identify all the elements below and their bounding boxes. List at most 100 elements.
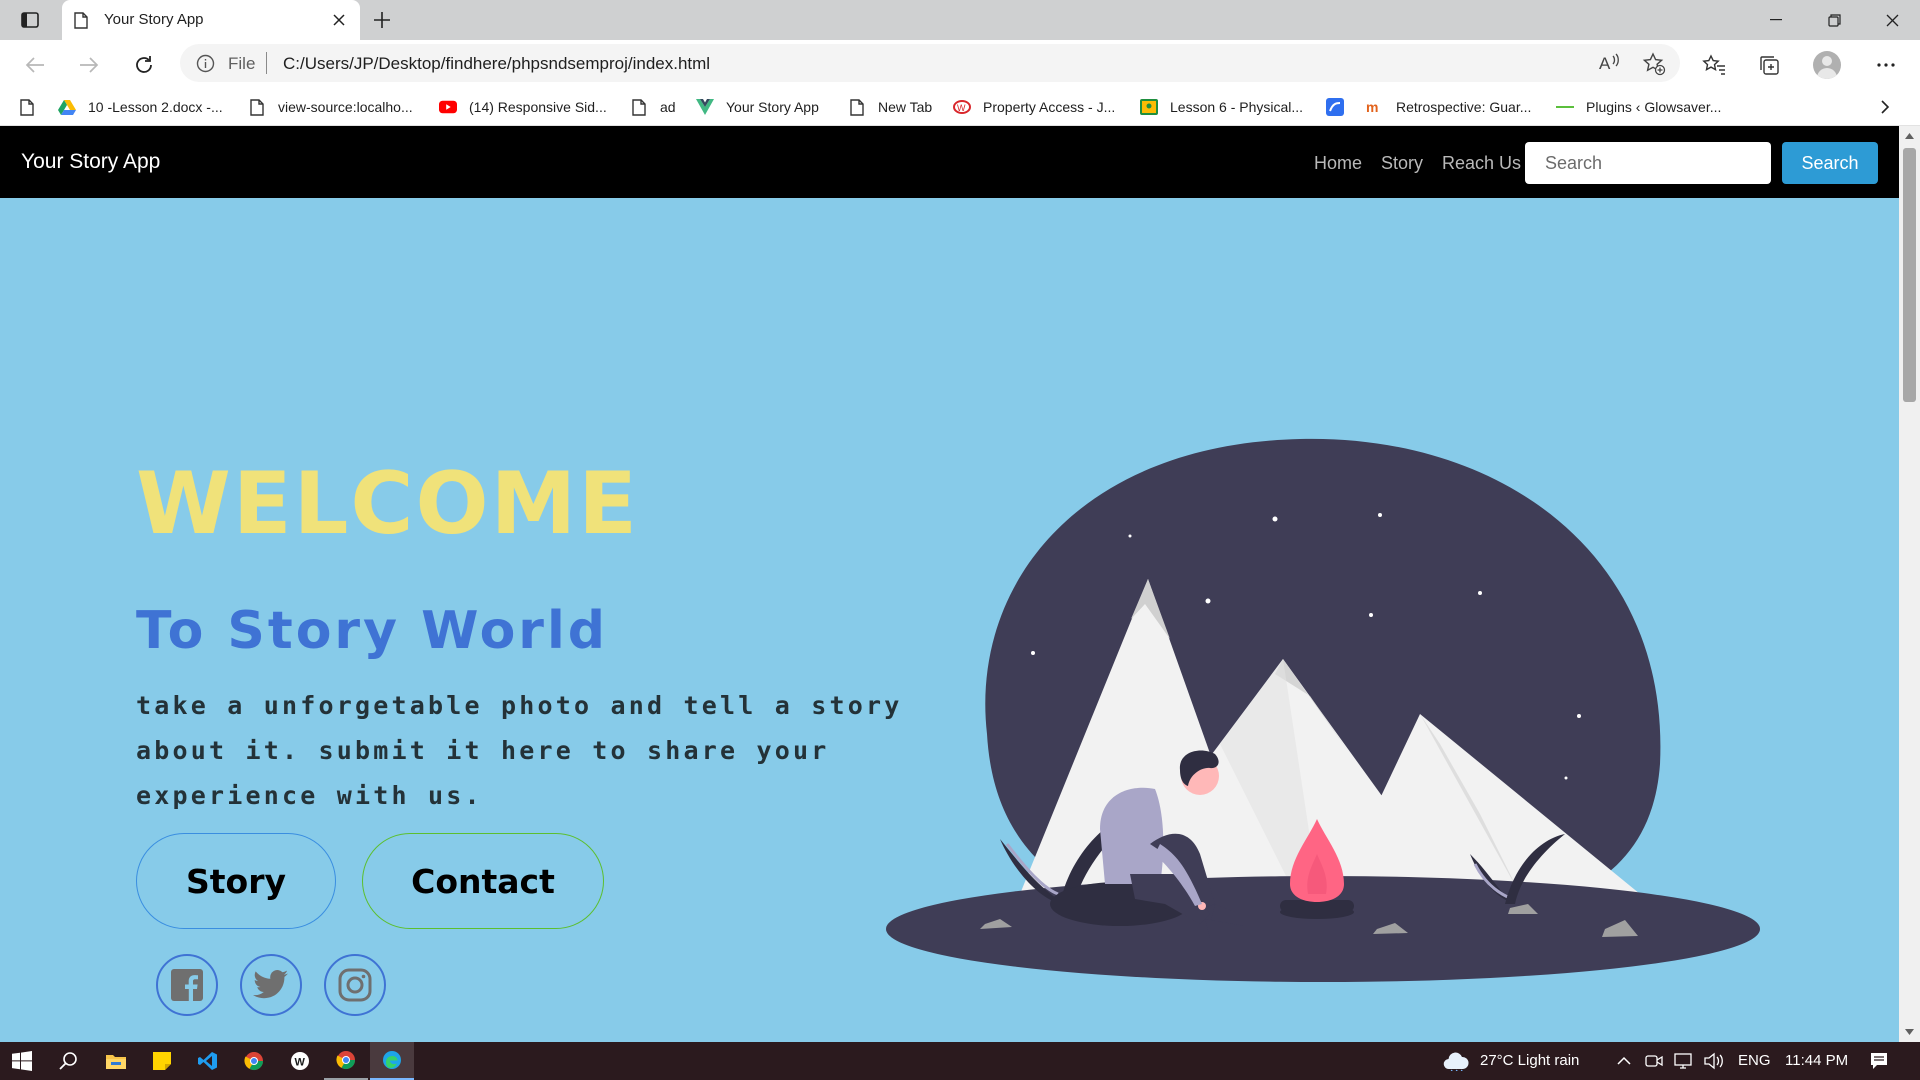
scroll-up-icon[interactable] bbox=[1904, 132, 1915, 140]
add-favorite-icon[interactable] bbox=[1642, 52, 1666, 76]
bookmarks-bar: 10 -Lesson 2.docx -... view-source:local… bbox=[0, 88, 1920, 126]
address-divider bbox=[266, 52, 267, 74]
word-app[interactable]: W bbox=[278, 1042, 322, 1080]
minimize-button[interactable] bbox=[1748, 0, 1804, 40]
arrow-left-icon bbox=[25, 57, 44, 73]
page-icon bbox=[848, 98, 866, 116]
forward-button[interactable] bbox=[74, 50, 104, 80]
close-window-button[interactable] bbox=[1864, 0, 1920, 40]
address-url[interactable]: C:/Users/JP/Desktop/findhere/phpsndsempr… bbox=[283, 54, 710, 74]
nav-link-home[interactable]: Home bbox=[1314, 153, 1362, 174]
back-button[interactable] bbox=[20, 50, 50, 80]
bookmark-label: 10 -Lesson 2.docx -... bbox=[88, 99, 223, 115]
new-tab-button[interactable] bbox=[368, 6, 396, 34]
story-button[interactable]: Story bbox=[136, 833, 336, 929]
search-icon bbox=[59, 1052, 77, 1070]
chrome-profile-app[interactable] bbox=[324, 1042, 368, 1080]
bookmark-item[interactable]: 10 -Lesson 2.docx -... bbox=[58, 95, 223, 119]
svg-text:A: A bbox=[1599, 54, 1611, 73]
facebook-link[interactable] bbox=[156, 954, 218, 1016]
scroll-thumb[interactable] bbox=[1903, 148, 1916, 402]
bookmark-item[interactable]: m Retrospective: Guar... bbox=[1366, 95, 1531, 119]
close-icon bbox=[333, 14, 345, 26]
tab-actions-button[interactable] bbox=[12, 8, 48, 32]
notifications-icon[interactable] bbox=[1870, 1052, 1888, 1070]
sticky-notes-app[interactable] bbox=[140, 1042, 184, 1080]
tab-active[interactable]: Your Story App bbox=[62, 0, 360, 40]
favorites-button[interactable] bbox=[1698, 49, 1730, 81]
search-taskbar-button[interactable] bbox=[46, 1042, 90, 1080]
bookmark-item[interactable]: W Property Access - J... bbox=[953, 95, 1115, 119]
bookmark-page[interactable] bbox=[20, 95, 34, 119]
contact-button[interactable]: Contact bbox=[362, 833, 604, 929]
vscode-icon bbox=[198, 1052, 217, 1070]
chevron-up-icon[interactable] bbox=[1617, 1056, 1631, 1065]
folder-icon bbox=[106, 1055, 126, 1069]
windows-taskbar: W 27°C Light rain ENG 11:44 PM bbox=[0, 1042, 1920, 1080]
start-button[interactable] bbox=[0, 1042, 44, 1080]
bookmark-item[interactable] bbox=[1326, 95, 1356, 119]
bookmark-label: Property Access - J... bbox=[983, 99, 1116, 115]
vue-icon bbox=[696, 98, 714, 116]
network-icon[interactable] bbox=[1674, 1052, 1692, 1070]
windows-icon bbox=[12, 1051, 32, 1071]
welcome-heading: WELCOME bbox=[136, 454, 639, 554]
search-input[interactable] bbox=[1525, 142, 1771, 184]
bookmark-item[interactable]: New Tab bbox=[848, 95, 932, 119]
bookmark-item[interactable]: (14) Responsive Sid... bbox=[439, 95, 607, 119]
facebook-icon bbox=[171, 969, 203, 1001]
svg-text:W: W bbox=[295, 1057, 306, 1069]
chrome-icon bbox=[336, 1051, 355, 1070]
bookmark-item[interactable]: Lesson 6 - Physical... bbox=[1140, 95, 1303, 119]
google-drive-icon bbox=[58, 98, 76, 116]
language-indicator[interactable]: ENG bbox=[1738, 1052, 1771, 1069]
hero-section: WELCOME To Story World take a unforgetab… bbox=[0, 198, 1899, 1042]
svg-text:m: m bbox=[1366, 100, 1378, 114]
bookmarks-overflow-button[interactable] bbox=[1880, 95, 1890, 119]
volume-icon[interactable] bbox=[1704, 1052, 1724, 1070]
instagram-link[interactable] bbox=[324, 954, 386, 1016]
read-aloud-icon[interactable]: A bbox=[1598, 52, 1622, 74]
close-icon bbox=[1886, 14, 1898, 26]
more-icon bbox=[1877, 63, 1895, 67]
site-brand[interactable]: Your Story App bbox=[21, 150, 160, 174]
file-explorer-app[interactable] bbox=[94, 1042, 138, 1080]
nav-link-story[interactable]: Story bbox=[1381, 153, 1423, 174]
tab-close-button[interactable] bbox=[327, 8, 351, 32]
edge-app[interactable] bbox=[370, 1042, 414, 1080]
refresh-button[interactable] bbox=[129, 50, 159, 80]
bookmark-label: Lesson 6 - Physical... bbox=[1170, 99, 1304, 115]
nav-link-reach-us[interactable]: Reach Us bbox=[1442, 153, 1521, 174]
page-scrollbar[interactable] bbox=[1899, 126, 1920, 1042]
browser-tab-strip: Your Story App bbox=[0, 0, 1920, 40]
settings-menu-button[interactable] bbox=[1870, 49, 1902, 81]
edge-icon bbox=[383, 1051, 401, 1069]
clock[interactable]: 11:44 PM bbox=[1785, 1052, 1848, 1069]
tab-actions-icon bbox=[21, 12, 39, 28]
svg-text:W: W bbox=[957, 103, 966, 113]
twitter-link[interactable] bbox=[240, 954, 302, 1016]
bookmark-label: Plugins ‹ Glowsaver... bbox=[1586, 99, 1722, 115]
bookmark-item[interactable]: ad bbox=[630, 95, 676, 119]
profile-avatar[interactable] bbox=[1813, 51, 1841, 79]
collections-icon bbox=[1760, 56, 1779, 75]
restore-button[interactable] bbox=[1806, 0, 1862, 40]
minimize-icon bbox=[1770, 19, 1782, 21]
chrome-app[interactable] bbox=[232, 1042, 276, 1080]
collections-button[interactable] bbox=[1753, 49, 1785, 81]
chrome-icon bbox=[244, 1052, 263, 1071]
plus-icon bbox=[374, 12, 390, 28]
scroll-down-icon[interactable] bbox=[1904, 1028, 1915, 1036]
search-button[interactable]: Search bbox=[1782, 142, 1878, 184]
weather-cloud-icon bbox=[1443, 1052, 1469, 1071]
page-icon bbox=[248, 98, 266, 116]
vscode-app[interactable] bbox=[186, 1042, 230, 1080]
bookmark-item[interactable]: Plugins ‹ Glowsaver... bbox=[1556, 95, 1721, 119]
address-bar[interactable]: File C:/Users/JP/Desktop/findhere/phpsnd… bbox=[180, 44, 1680, 82]
meet-now-icon[interactable] bbox=[1645, 1053, 1663, 1069]
chevron-right-icon bbox=[1881, 100, 1890, 114]
bookmark-label: New Tab bbox=[878, 99, 933, 115]
bookmark-item[interactable]: view-source:localho... bbox=[248, 95, 413, 119]
bookmark-item[interactable]: Your Story App bbox=[696, 95, 819, 119]
weather-text[interactable]: 27°C Light rain bbox=[1480, 1052, 1579, 1069]
